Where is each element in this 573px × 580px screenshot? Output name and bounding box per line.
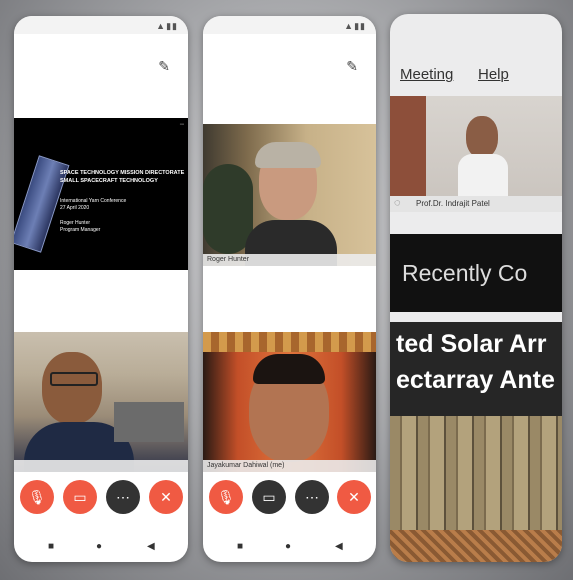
home-nav-icon[interactable]: ● <box>285 541 291 552</box>
shared-slide: ▪▪▪▪ SPACE TECHNOLOGY MISSION DIRECTORAT… <box>14 118 188 270</box>
mic-off-button[interactable]: 🎙 <box>209 480 243 514</box>
annotate-pen-icon[interactable]: ✎ <box>158 58 170 75</box>
participant-video: ◌ Prof.Dr. Indrajit Patel <box>390 96 562 212</box>
solar-line2: ectarray Ante <box>396 366 555 394</box>
call-controls: 🎙 ▭ ⋯ ✕ <box>203 480 376 524</box>
annotate-pen-icon[interactable]: ✎ <box>346 58 358 75</box>
slide-title-line1: SPACE TECHNOLOGY MISSION DIRECTORATE <box>60 170 185 176</box>
participant-name: Prof.Dr. Indrajit Patel <box>416 199 490 208</box>
shared-screen-photo <box>390 416 562 562</box>
more-options-button[interactable]: ⋯ <box>106 480 140 514</box>
mic-off-button[interactable]: 🎙 <box>20 480 54 514</box>
video-off-button[interactable]: ▭ <box>63 480 97 514</box>
slide-text-line6: Program Manager <box>60 227 101 233</box>
back-nav-icon[interactable]: ◀ <box>335 541 343 552</box>
menu-help[interactable]: Help <box>478 66 509 83</box>
android-nav-bar: ■ ● ◀ <box>14 538 188 558</box>
signal-battery-icon: ▲▮▮ <box>156 21 178 31</box>
self-name-strip: Jayakumar Dahiwal (me) <box>203 460 376 472</box>
recents-nav-icon[interactable]: ■ <box>48 541 54 552</box>
speaker-video: Roger Hunter <box>203 124 376 266</box>
spinner-icon: ◌ <box>394 197 401 209</box>
phone-screen-middle: ▲▮▮ ✎ Roger Hunter Jayakumar Dahiwal (me… <box>203 16 376 562</box>
self-video: Jayakumar Dahiwal (me) <box>203 332 376 472</box>
slide-text-line5: Roger Hunter <box>60 220 91 226</box>
android-nav-bar: ■ ● ◀ <box>203 538 376 558</box>
hangup-button[interactable]: ✕ <box>337 480 371 514</box>
home-nav-icon[interactable]: ● <box>96 541 102 552</box>
status-bar: ▲▮▮ <box>14 16 188 34</box>
shared-screen-solar-text: ted Solar Arr ectarray Ante <box>390 322 562 416</box>
recents-nav-icon[interactable]: ■ <box>237 541 243 552</box>
phone-screen-right: Meeting Help ◌ Prof.Dr. Indrajit Patel R… <box>390 14 562 562</box>
solar-line1: ted Solar Arr <box>396 330 547 358</box>
shared-screen-heading: Recently Co <box>390 234 562 312</box>
participant-video <box>14 332 188 472</box>
slide-text-line4: 27 April 2020 <box>60 205 90 211</box>
status-bar: ▲▮▮ <box>203 16 376 34</box>
slide-title-line2: SMALL SPACECRAFT TECHNOLOGY <box>60 178 158 184</box>
signal-battery-icon: ▲▮▮ <box>344 21 366 31</box>
speaker-name-strip: Roger Hunter <box>203 254 376 266</box>
more-options-button[interactable]: ⋯ <box>295 480 329 514</box>
menu-meeting[interactable]: Meeting <box>400 66 453 83</box>
back-nav-icon[interactable]: ◀ <box>147 541 155 552</box>
hangup-button[interactable]: ✕ <box>149 480 183 514</box>
phone-screen-left: ▲▮▮ ✎ ▪▪▪▪ SPACE TECHNOLOGY MISSION DIRE… <box>14 16 188 562</box>
slide-text-line3: International Yarn Conference <box>60 198 127 204</box>
call-controls: 🎙 ▭ ⋯ ✕ <box>14 480 188 524</box>
video-button[interactable]: ▭ <box>252 480 286 514</box>
participant-name-strip <box>14 460 188 472</box>
participant-name-bar: ◌ Prof.Dr. Indrajit Patel <box>390 196 562 212</box>
